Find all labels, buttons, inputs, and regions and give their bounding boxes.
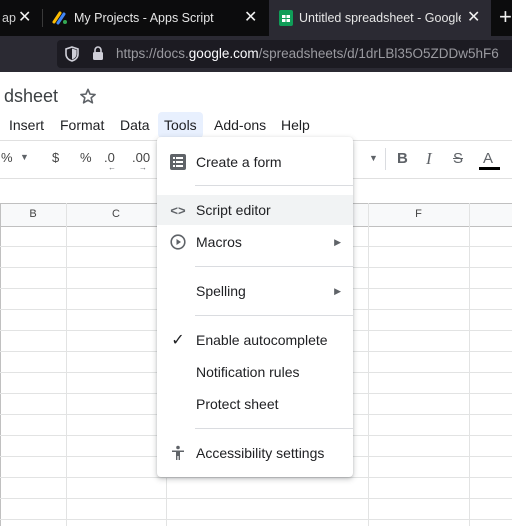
font-size-dropdown-icon[interactable]: ▼ xyxy=(369,153,378,163)
menu-item-protect-sheet[interactable]: Protect sheet xyxy=(157,389,353,419)
menu-help[interactable]: Help xyxy=(275,112,316,138)
italic-icon[interactable]: I xyxy=(426,149,432,169)
tab-divider xyxy=(42,9,43,27)
star-icon[interactable] xyxy=(78,87,98,106)
url-prefix: https://docs. xyxy=(116,46,189,61)
menu-item-accessibility-settings[interactable]: Accessibility settings xyxy=(157,438,353,468)
grid-line xyxy=(0,477,512,478)
menu-divider xyxy=(195,185,353,186)
apps-script-favicon-icon xyxy=(52,11,67,25)
document-title[interactable]: dsheet xyxy=(4,86,58,107)
menu-item-create-form[interactable]: Create a form xyxy=(157,147,353,177)
code-icon: <> xyxy=(170,202,186,218)
lock-icon[interactable] xyxy=(92,46,104,61)
browser-tab-strip: ap ✕ My Projects - Apps Script ✕ Untitle… xyxy=(0,0,512,36)
menu-tools[interactable]: Tools xyxy=(158,112,203,138)
url-host: google.com xyxy=(188,46,259,61)
menu-item-label: Notification rules xyxy=(196,364,300,380)
column-header-f[interactable]: F xyxy=(368,203,469,225)
submenu-arrow-icon: ▶ xyxy=(334,285,341,296)
menu-divider xyxy=(195,315,353,316)
strikethrough-icon[interactable]: S xyxy=(453,150,463,167)
percent-format-button[interactable]: % xyxy=(80,150,92,165)
menu-item-macros[interactable]: Macros ▶ xyxy=(157,227,353,257)
grid-line xyxy=(0,498,512,499)
bold-icon[interactable]: B xyxy=(397,150,408,167)
browser-tab-active[interactable]: Untitled spreadsheet - Google S ✕ xyxy=(269,0,491,36)
grid-line xyxy=(0,519,512,520)
menu-item-label: Macros xyxy=(196,234,242,250)
browser-tab[interactable]: My Projects - Apps Script ✕ xyxy=(44,0,268,36)
submenu-arrow-icon: ▶ xyxy=(334,236,341,247)
menu-item-label: Script editor xyxy=(196,202,271,218)
menu-item-label: Enable autocomplete xyxy=(196,332,328,348)
arrow-left-icon: ← xyxy=(108,163,116,172)
sheets-favicon-icon xyxy=(279,10,293,26)
form-icon xyxy=(169,153,187,171)
menu-divider xyxy=(195,266,353,267)
close-tab-icon[interactable]: ✕ xyxy=(244,10,257,26)
menu-item-notification-rules[interactable]: Notification rules xyxy=(157,357,353,387)
column-header-b[interactable]: B xyxy=(0,203,66,225)
menu-item-label: Protect sheet xyxy=(196,396,279,412)
percent-format-partial[interactable]: % xyxy=(1,150,13,165)
tools-dropdown-menu: Create a form <> Script editor Macros ▶ … xyxy=(157,137,353,477)
url-path: /spreadsheets/d/1drLBl35O5ZDDw5hF6 xyxy=(258,46,499,61)
close-tab-icon[interactable]: ✕ xyxy=(18,10,31,26)
menu-item-label: Spelling xyxy=(196,283,246,299)
zoom-dropdown-arrow-icon[interactable]: ▼ xyxy=(20,152,29,162)
menu-item-enable-autocomplete[interactable]: ✓ Enable autocomplete xyxy=(157,325,353,355)
check-icon: ✓ xyxy=(171,332,185,349)
menu-add-ons[interactable]: Add-ons xyxy=(208,112,272,138)
menu-divider xyxy=(195,428,353,429)
menu-item-script-editor[interactable]: <> Script editor xyxy=(157,195,353,225)
menu-data[interactable]: Data xyxy=(114,112,156,138)
text-color-icon[interactable]: A xyxy=(483,150,493,167)
accessibility-icon xyxy=(169,444,187,462)
menu-item-label: Accessibility settings xyxy=(196,445,325,461)
column-header-c[interactable]: C xyxy=(66,203,166,225)
menu-item-label: Create a form xyxy=(196,154,282,170)
browser-tab[interactable]: ap ✕ xyxy=(0,0,38,36)
text-color-swatch xyxy=(479,167,500,170)
menu-format[interactable]: Format xyxy=(54,112,110,138)
url-text: https://docs.google.com/spreadsheets/d/1… xyxy=(116,46,499,61)
new-tab-button[interactable]: + xyxy=(499,6,512,28)
menu-insert[interactable]: Insert xyxy=(3,112,50,138)
menu-item-spelling[interactable]: Spelling ▶ xyxy=(157,276,353,306)
play-circle-icon xyxy=(169,233,187,251)
shield-icon[interactable] xyxy=(65,46,79,62)
tab-title: Untitled spreadsheet - Google S xyxy=(299,11,461,25)
toolbar-divider xyxy=(385,148,386,170)
tab-title: ap xyxy=(2,11,16,25)
tab-title: My Projects - Apps Script xyxy=(74,11,214,25)
currency-format-button[interactable]: $ xyxy=(52,150,59,165)
arrow-right-icon: → xyxy=(139,163,147,172)
close-tab-icon[interactable]: ✕ xyxy=(467,10,480,26)
